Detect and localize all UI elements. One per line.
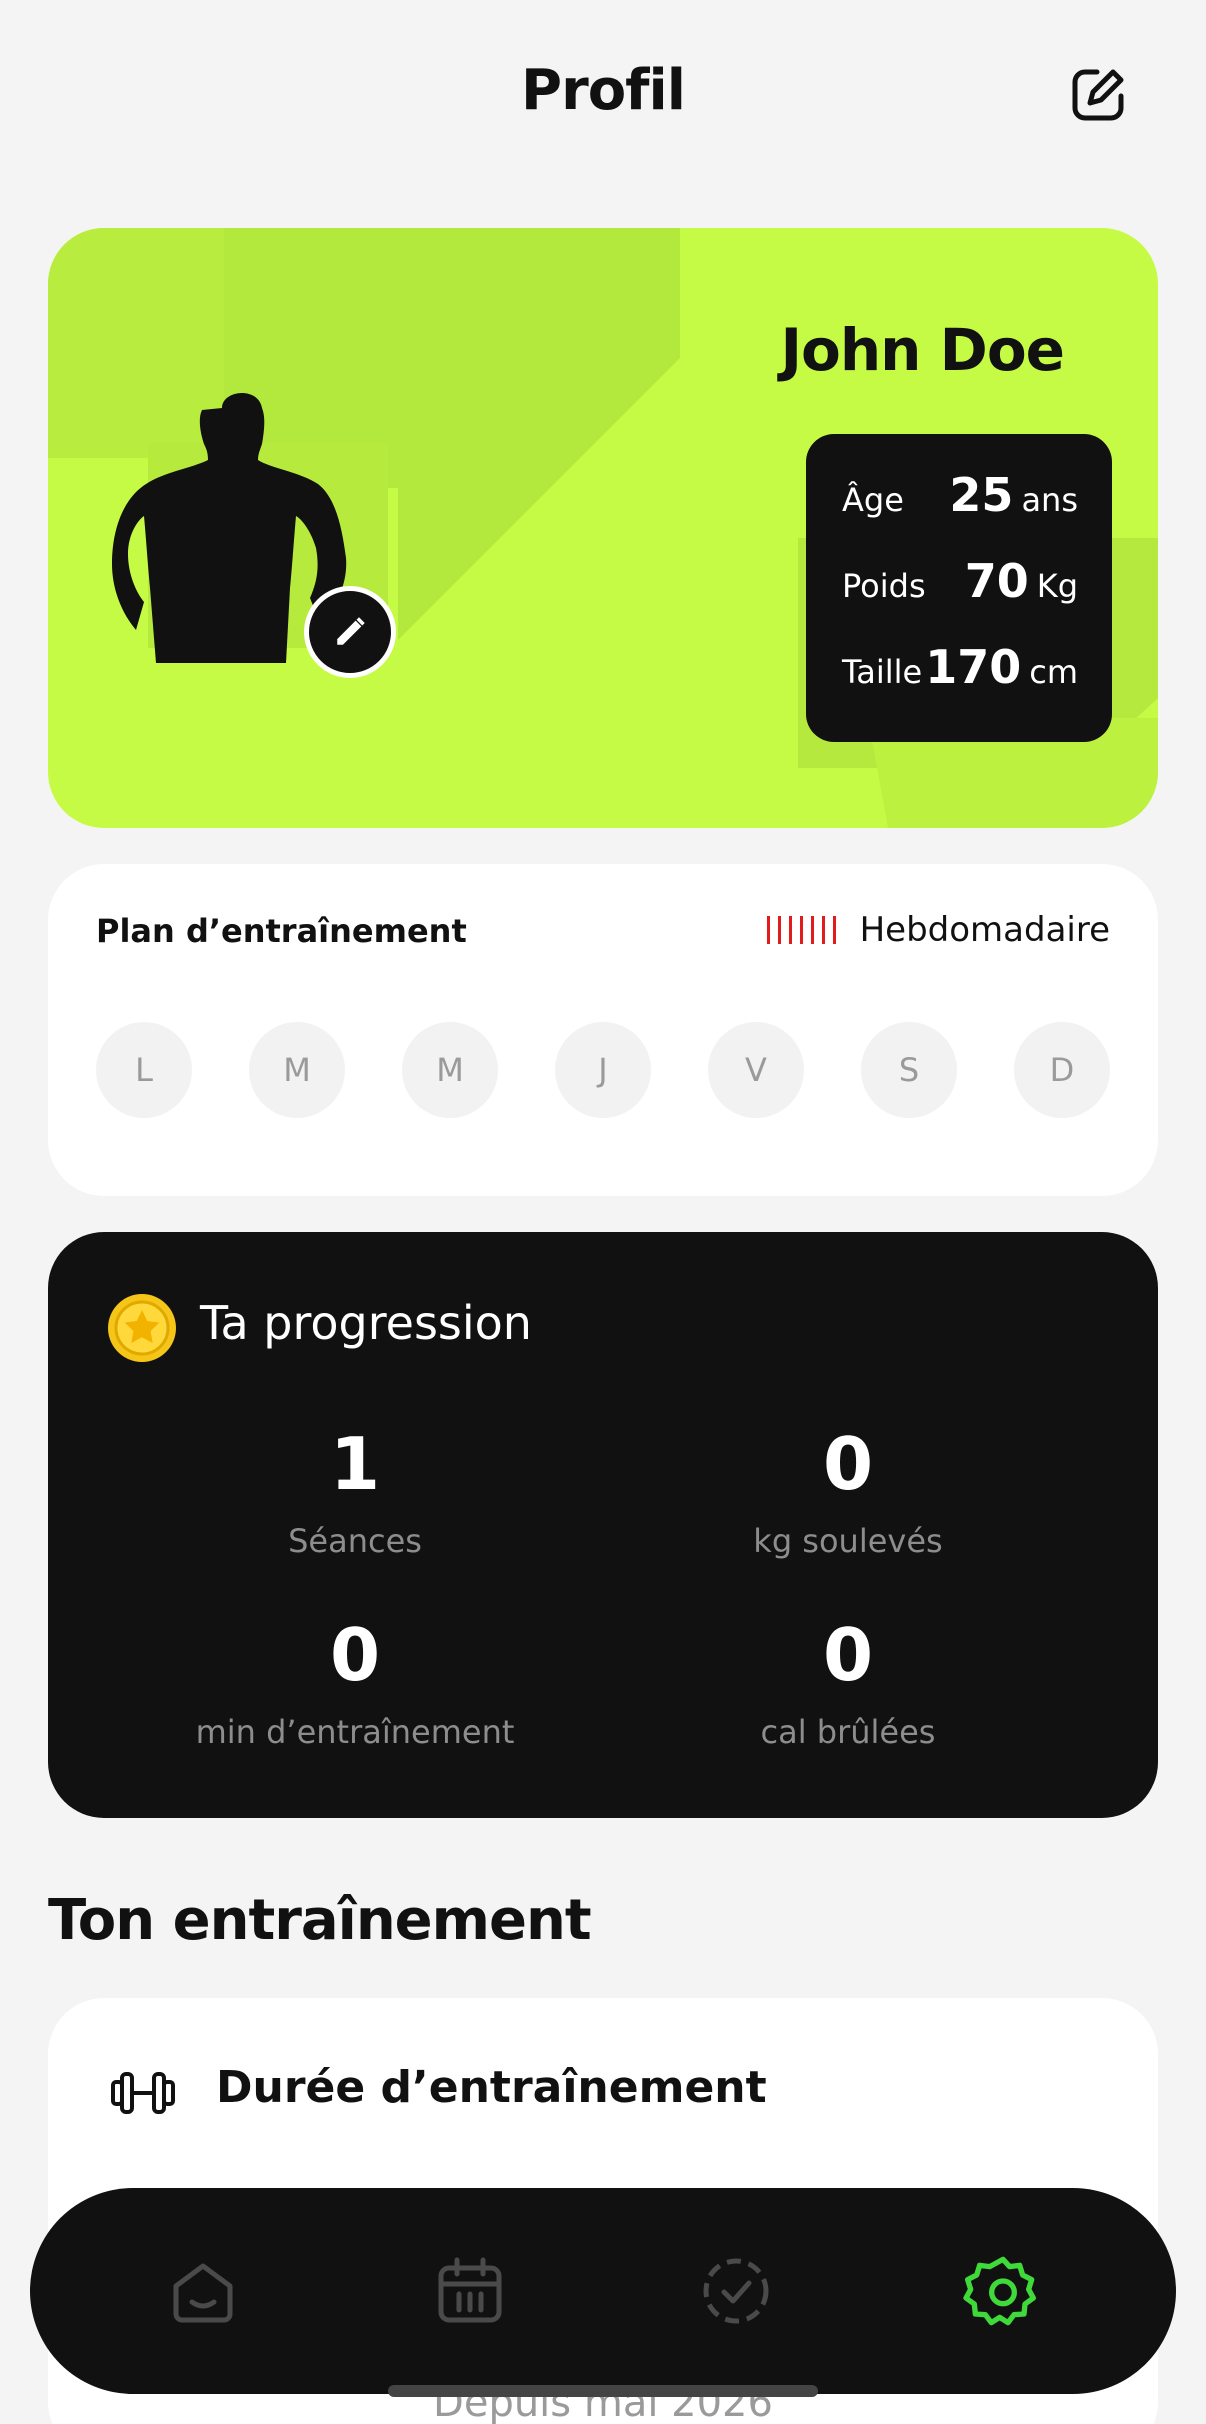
stat-value: 25: [949, 468, 1014, 522]
day-sunday[interactable]: D: [1014, 1022, 1110, 1118]
metric-kg-lifted: 0 kg soulevés: [638, 1428, 1058, 1560]
page-title: Profil: [521, 58, 686, 123]
bottom-navigation: [30, 2188, 1176, 2394]
stat-weight: Poids 70 Kg: [842, 554, 1078, 640]
user-name: John Doe: [780, 316, 1065, 384]
body-stats-box: Âge 25 ans Poids 70 Kg Taille 170 cm: [806, 434, 1112, 742]
edit-profile-button[interactable]: [1065, 62, 1131, 128]
stat-label: Taille: [842, 653, 923, 691]
stat-value: 70: [964, 554, 1029, 608]
settings-icon: [963, 2256, 1036, 2326]
metric-sessions: 1 Séances: [145, 1428, 565, 1560]
metric-value: 0: [822, 1613, 874, 1697]
training-section-title: Ton entraînement: [48, 1888, 592, 1953]
metric-label: cal brûlées: [760, 1713, 936, 1751]
home-indicator: [388, 2385, 818, 2397]
metric-value: 0: [329, 1613, 381, 1697]
day-wednesday[interactable]: M: [402, 1022, 498, 1118]
edit-square-icon: [1072, 69, 1124, 121]
stat-label: Poids: [842, 567, 926, 605]
day-thursday[interactable]: J: [555, 1022, 651, 1118]
frequency-label: Hebdomadaire: [859, 910, 1110, 950]
progress-title: Ta progression: [200, 1296, 532, 1350]
day-friday[interactable]: V: [708, 1022, 804, 1118]
nav-settings[interactable]: [948, 2236, 1058, 2346]
metric-value: 1: [329, 1422, 381, 1506]
metric-training-minutes: 0 min d’entraînement: [145, 1619, 565, 1751]
nav-progress[interactable]: [681, 2236, 791, 2346]
metric-value: 0: [822, 1422, 874, 1506]
plan-frequency[interactable]: Hebdomadaire: [766, 910, 1110, 950]
stat-age: Âge 25 ans: [842, 468, 1078, 554]
frequency-bars-icon: [766, 916, 836, 944]
pencil-icon: [337, 617, 365, 645]
nav-home[interactable]: [148, 2236, 258, 2346]
weekday-selector: L M M J V S D: [96, 1022, 1110, 1118]
stat-height: Taille 170 cm: [842, 640, 1078, 726]
star-coin-icon: [108, 1294, 176, 1362]
stat-unit: ans: [1021, 481, 1078, 519]
stat-unit: Kg: [1036, 567, 1078, 605]
metric-label: min d’entraînement: [195, 1713, 515, 1751]
training-plan-card[interactable]: Plan d’entraînement Hebdomadaire L M M J…: [48, 864, 1158, 1196]
metric-calories: 0 cal brûlées: [638, 1619, 1058, 1751]
plan-title: Plan d’entraînement: [96, 912, 467, 950]
profile-card: John Doe Âge 25 ans Poids 70 Kg Taille 170…: [48, 228, 1158, 828]
stat-label: Âge: [842, 481, 904, 519]
nav-calendar[interactable]: [415, 2236, 525, 2346]
day-monday[interactable]: L: [96, 1022, 192, 1118]
stat-value: 170: [925, 640, 1022, 694]
metric-label: kg soulevés: [753, 1522, 943, 1560]
progress-card: Ta progression 1 Séances 0 kg soulevés 0…: [48, 1232, 1158, 1818]
avatar-edit-button[interactable]: [304, 586, 396, 678]
day-saturday[interactable]: S: [861, 1022, 957, 1118]
day-tuesday[interactable]: M: [249, 1022, 345, 1118]
stat-unit: cm: [1029, 653, 1078, 691]
progress-check-icon: [703, 2258, 769, 2324]
calendar-icon: [438, 2257, 502, 2323]
training-duration-title: Durée d’entraînement: [216, 2062, 767, 2113]
dumbbell-icon: [111, 2072, 175, 2114]
metric-label: Séances: [288, 1522, 422, 1560]
home-icon: [173, 2263, 233, 2323]
